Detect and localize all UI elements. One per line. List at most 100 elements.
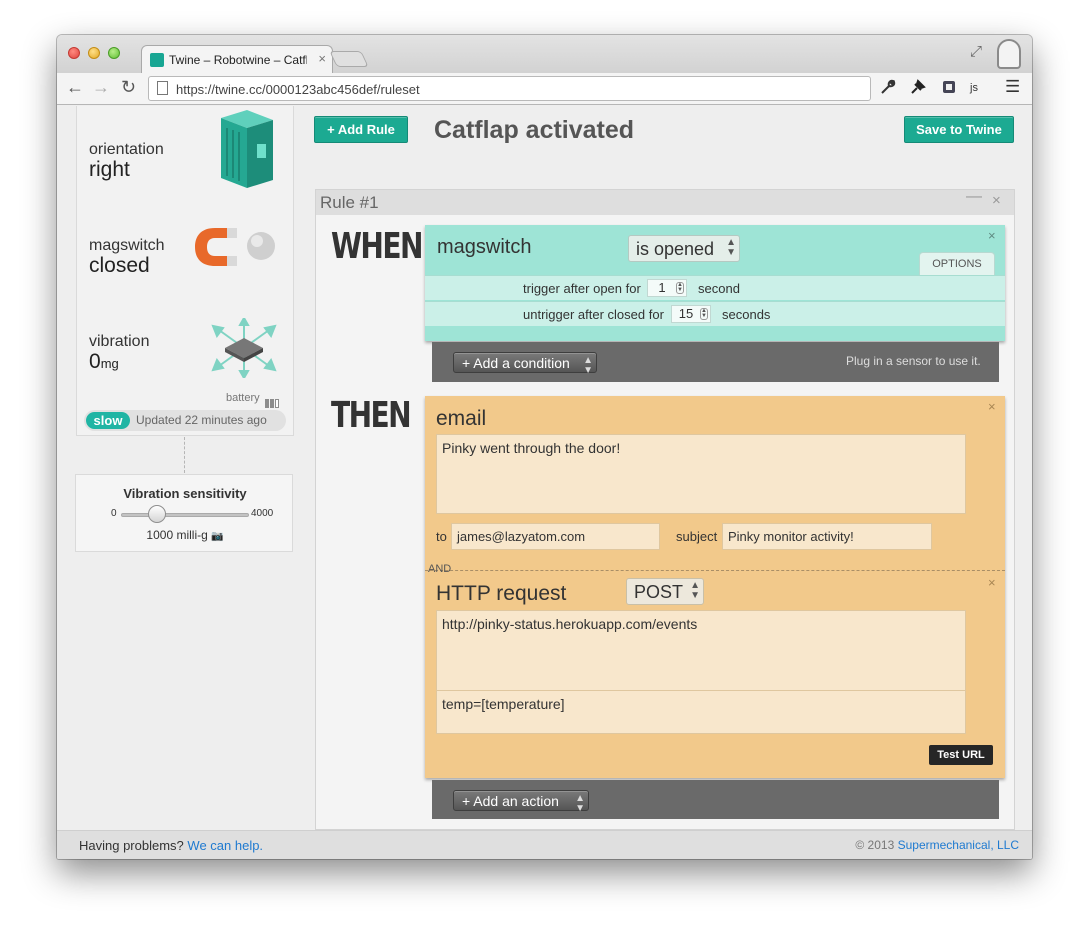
battery-cell [265,399,269,408]
select-arrows-icon: ▲ ▼ [575,793,585,814]
untrigger-option-row: untrigger after closed for 15 ▲ ▼ seconds [425,301,1005,326]
updated-text: Updated 22 minutes ago [136,413,267,427]
orientation-label: orientation [89,141,164,158]
add-action-select[interactable]: + Add an action ▲ ▼ [453,790,589,814]
vibration-reading: vibration 0mg [89,333,149,375]
email-action-title: email [436,407,487,430]
orientation-reading: orientation right [89,141,164,181]
and-label: AND [428,563,452,575]
untrigger-value: 15 [678,306,694,321]
untrigger-input[interactable]: 15 ▲ ▼ [671,305,711,323]
address-bar[interactable]: https://twine.cc/0000123abc456def/rulese… [148,76,871,101]
add-condition-label: + Add a condition [462,355,570,371]
camera-icon[interactable]: 📷 [211,531,223,542]
then-label: THEN [331,395,412,436]
vibration-unit: mg [100,356,119,371]
extension-gear-icon[interactable] [941,79,957,99]
url-text[interactable]: https://twine.cc/0000123abc456def/rulese… [176,82,420,97]
options-tab[interactable]: OPTIONS [919,252,995,275]
pin-icon[interactable] [910,79,926,99]
forward-arrow-icon[interactable]: → [92,77,110,98]
condition-sensor-name: magswitch [437,236,532,258]
vibration-value-row: 0mg [89,351,149,375]
sensitivity-value-row: 1000 milli-g 📷 [76,528,294,542]
email-body-textarea[interactable]: Pinky went through the door! [436,434,966,514]
condition-state-value: is opened [636,239,715,259]
javascript-extension-icon[interactable]: js [970,82,978,94]
email-subject-label: subject [676,529,718,544]
magswitch-value: closed [89,254,150,277]
email-subject-field[interactable]: Pinky monitor activity! [722,523,932,550]
magswitch-reading: magswitch closed [89,237,165,277]
company-link[interactable]: Supermechanical, LLC [898,838,1019,852]
speed-badge[interactable]: slow [86,412,130,429]
ruleset-title[interactable]: Catflap activated [434,116,634,145]
zoom-window-button[interactable] [108,47,120,59]
http-params-textarea[interactable]: temp=[temperature] [436,690,966,734]
reload-icon[interactable]: ↻ [121,77,136,98]
page-icon [157,81,168,95]
rule-header: Rule #1 — × [316,188,1014,215]
action-card: × email Pinky went through the door! to … [425,396,1005,778]
condition-card: magswitch is opened ▲ ▼ × OPTIONS trigger… [425,225,1005,341]
footer-help: Having problems? We can help. [79,838,263,853]
untrigger-label: untrigger after closed for [523,307,664,322]
help-link[interactable]: We can help. [187,838,263,853]
http-action-title: HTTP request [436,582,567,605]
email-action-close-icon[interactable]: × [988,399,996,414]
twine-device-icon [217,108,277,195]
vibration-value: 0 [89,350,101,373]
problem-text: Having problems? [79,838,184,853]
vibration-chip-icon [211,315,277,383]
trigger-unit: second [698,281,740,296]
wrench-icon[interactable] [880,79,896,99]
close-window-button[interactable] [68,47,80,59]
add-rule-button[interactable]: + Add Rule [314,116,408,143]
select-arrows-icon: ▲ ▼ [583,355,593,376]
vibration-label: vibration [89,333,150,350]
select-arrows-icon: ▲ ▼ [726,237,736,258]
add-condition-select[interactable]: + Add a condition ▲ ▼ [453,352,597,376]
untrigger-unit: seconds [722,307,771,322]
condition-state-select[interactable]: is opened ▲ ▼ [628,235,740,262]
email-to-field[interactable]: james@lazyatom.com [451,523,660,550]
stepper-icon[interactable]: ▲ ▼ [700,308,708,320]
minimize-window-button[interactable] [88,47,100,59]
back-arrow-icon[interactable]: ← [66,77,84,98]
rule-minimize-icon[interactable]: — [966,188,982,206]
rule-name: Rule #1 [320,193,379,212]
sensitivity-slider-thumb[interactable] [148,505,166,523]
email-to-label: to [436,529,447,544]
browser-tab[interactable]: Twine – Robotwine – Catfl × [141,45,333,73]
stepper-icon[interactable]: ▲ ▼ [676,282,684,294]
sensitivity-max: 4000 [251,508,274,519]
magnet-icon [193,224,279,275]
twine-page: orientation right magswitch closed vibra… [57,106,1032,859]
http-action-close-icon[interactable]: × [988,575,996,590]
sensitivity-title: Vibration sensitivity [123,486,247,501]
new-tab-button[interactable] [329,51,369,67]
http-method-value: POST [634,582,684,602]
plug-in-hint: Plug in a sensor to use it. [846,354,981,368]
sensitivity-slider-track[interactable] [121,513,249,517]
save-to-twine-button[interactable]: Save to Twine [904,116,1014,143]
trigger-input[interactable]: 1 ▲ ▼ [647,279,687,297]
add-action-label: + Add an action [462,793,559,809]
tab-close-icon[interactable]: × [318,51,326,66]
when-label: WHEN [331,226,423,267]
vibration-sensitivity-card: Vibration sensitivity 0 4000 1000 milli-… [75,474,293,552]
test-url-button[interactable]: Test URL [929,745,993,765]
battery-cell-empty [275,399,279,408]
rule-close-icon[interactable]: × [992,192,1001,209]
condition-close-icon[interactable]: × [988,228,996,243]
http-method-select[interactable]: POST ▲ ▼ [626,578,704,605]
battery-icon [265,395,285,408]
fullscreen-icon[interactable]: ⤢ [970,43,982,60]
profile-icon[interactable] [997,39,1021,69]
tab-title: Twine – Robotwine – Catfl [169,53,307,67]
orientation-value: right [89,158,130,181]
menu-icon[interactable]: ☰ [1005,77,1020,97]
magswitch-label: magswitch [89,237,165,254]
http-url-textarea[interactable]: http://pinky-status.herokuapp.com/events [436,610,966,691]
device-status-card: orientation right magswitch closed vibra… [76,106,294,436]
